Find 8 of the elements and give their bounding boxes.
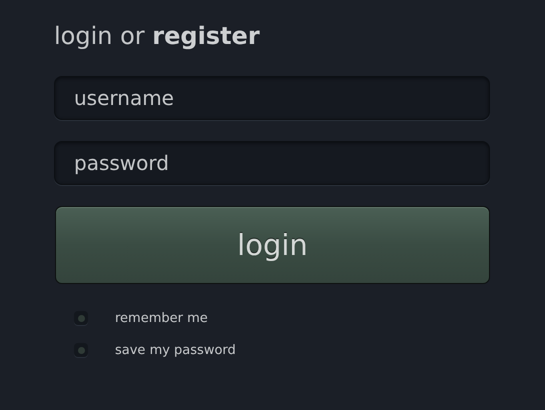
input-field[interactable]: username	[54, 76, 490, 120]
input-field[interactable]: password	[54, 141, 490, 185]
checkbox-label: save my password	[115, 342, 236, 358]
checkbox[interactable]	[74, 311, 88, 325]
checkbox-label: remember me	[115, 310, 208, 326]
login-button[interactable]: login	[55, 206, 490, 284]
form-title: login or register	[54, 21, 260, 52]
checkbox[interactable]	[74, 343, 88, 357]
